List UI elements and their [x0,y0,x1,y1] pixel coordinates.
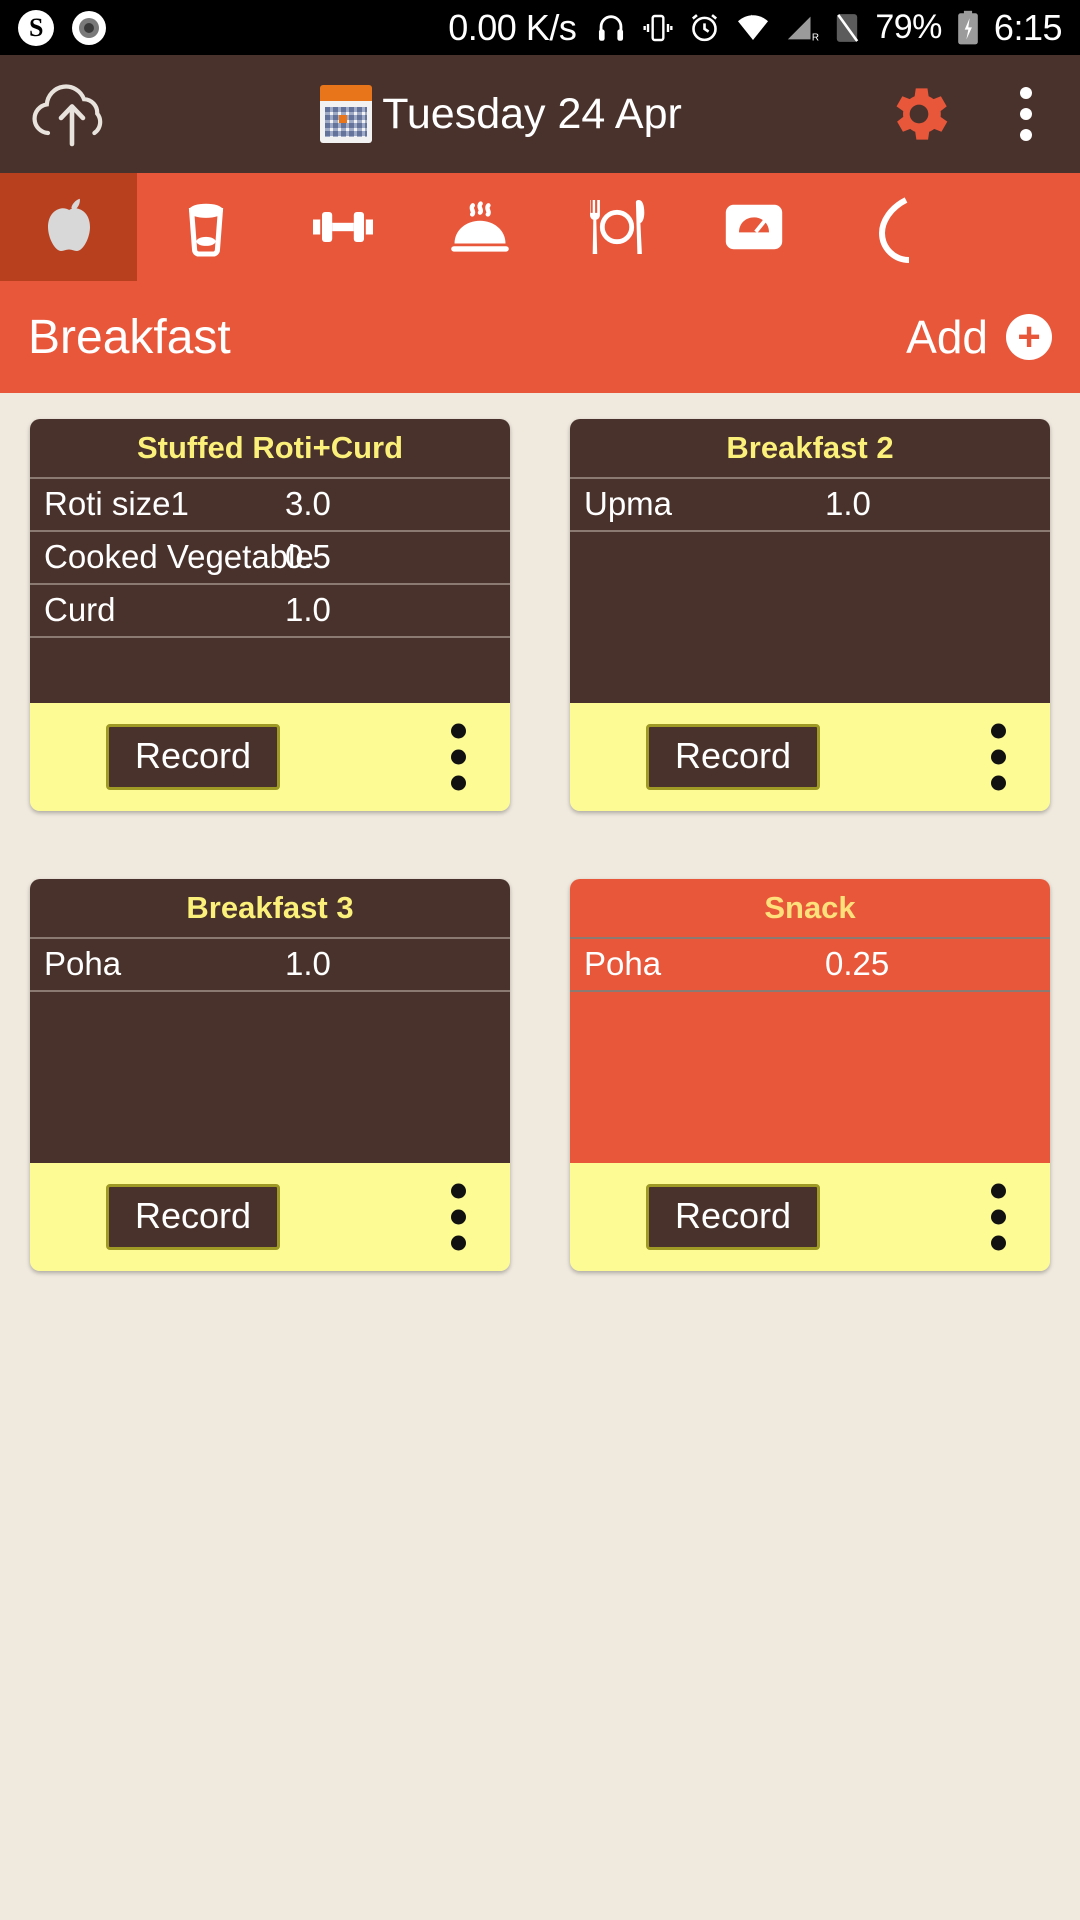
row-name: Curd [44,591,116,628]
record-button[interactable]: Record [646,1184,821,1250]
card-footer: Record [30,1163,510,1271]
glass-icon [188,203,223,257]
card-body: Snack Poha 0.25 [570,879,1050,1163]
exercise-tab[interactable] [274,173,411,281]
drink-tab[interactable] [137,173,274,281]
row-name: Upma [584,485,673,522]
card-body: Breakfast 3 Poha 1.0 [30,879,510,1163]
row-name: Cooked Vegetable [44,538,314,575]
tab-strip [0,173,1080,281]
partial-icon [878,197,909,263]
meal-tab[interactable] [548,173,685,281]
meal-card: Snack Poha 0.25 Record [570,879,1050,1271]
row-value: 3.0 [285,485,331,522]
add-label: Add [906,311,988,363]
record-button[interactable]: Record [106,1184,281,1250]
row-value: 1.0 [825,485,871,522]
card-filler [570,992,1050,1163]
row-value: 0.25 [825,945,890,982]
table-row[interactable]: Curd 1.0 [30,585,510,638]
row-name: Poha [44,945,122,982]
dumbbell-icon [312,212,373,242]
overflow-menu-icon[interactable] [451,1183,466,1251]
signal-icon: R [785,13,819,43]
status-bar-right: 0.00 K/s R 79% 6:15 [448,7,1062,49]
row-name: Roti size1 [44,485,189,522]
calendar-icon [320,85,373,143]
card-filler [30,638,510,703]
table-row[interactable]: Poha 1.0 [30,939,510,992]
card-filler [570,532,1050,703]
card-title: Breakfast 2 [570,419,1050,479]
cloche-icon [450,201,509,252]
table-row[interactable]: Roti size1 3.0 [30,479,510,532]
overflow-menu-icon[interactable] [998,87,1054,141]
card-title: Snack [570,879,1050,939]
app-bar: Tuesday 24 Apr [0,55,1080,173]
network-speed-label: 0.00 K/s [448,6,577,48]
table-row[interactable]: Poha 0.25 [570,939,1050,992]
screen-record-icon [72,10,106,45]
clock-label: 6:15 [993,6,1063,48]
gear-icon[interactable] [884,79,954,149]
table-row[interactable]: Cooked Vegetable 0.5 [30,532,510,585]
skype-icon: S [18,9,54,46]
overflow-menu-icon[interactable] [451,723,466,791]
battery-percent-label: 79% [875,8,942,46]
row-name: Poha [584,945,662,982]
alarm-icon [688,11,721,44]
apple-tab[interactable] [0,173,137,281]
sim-icon [833,12,861,44]
app-title-group[interactable]: Tuesday 24 Apr [118,85,884,143]
fork-plate-knife-icon [589,200,644,254]
section-header: Breakfast Add + [0,281,1080,393]
status-bar: S 0.00 K/s R 79% 6:15 [0,0,1080,55]
card-grid: Stuffed Roti+Curd Roti size1 3.0 Cooked Veg… [0,393,1080,1271]
row-value: 1.0 [285,591,331,628]
card-title: Breakfast 3 [30,879,510,939]
apple-icon [47,198,90,251]
cloud-upload-icon[interactable] [26,79,118,149]
cooked-dish-tab[interactable] [411,173,548,281]
status-bar-left: S [18,9,106,46]
card-footer: Record [30,703,510,811]
card-title: Stuffed Roti+Curd [30,419,510,479]
plus-circle-icon: + [1006,314,1052,360]
more-tab[interactable] [822,173,959,281]
add-button[interactable]: Add + [906,310,1052,364]
charging-battery-icon [956,10,980,46]
table-row[interactable]: Upma 1.0 [570,479,1050,532]
card-filler [30,992,510,1163]
wifi-icon [735,13,771,43]
card-footer: Record [570,1163,1050,1271]
page-title: Tuesday 24 Apr [382,89,682,138]
card-body: Breakfast 2 Upma 1.0 [570,419,1050,703]
meal-card: Breakfast 3 Poha 1.0 Record [30,879,510,1271]
roaming-label: R [812,32,819,42]
weight-scale-icon [725,204,782,250]
card-footer: Record [570,703,1050,811]
skype-letter: S [29,12,43,42]
card-body: Stuffed Roti+Curd Roti size1 3.0 Cooked Veg… [30,419,510,703]
row-value: 1.0 [285,945,331,982]
headphone-icon [594,11,628,45]
meal-card: Breakfast 2 Upma 1.0 Record [570,419,1050,811]
vibrate-icon [642,12,674,44]
overflow-menu-icon[interactable] [991,723,1006,791]
weight-tab[interactable] [685,173,822,281]
section-title: Breakfast [28,310,231,364]
row-value: 0.5 [285,538,331,575]
record-button[interactable]: Record [646,724,821,790]
meal-card: Stuffed Roti+Curd Roti size1 3.0 Cooked Veg… [30,419,510,811]
overflow-menu-icon[interactable] [991,1183,1006,1251]
record-button[interactable]: Record [106,724,281,790]
